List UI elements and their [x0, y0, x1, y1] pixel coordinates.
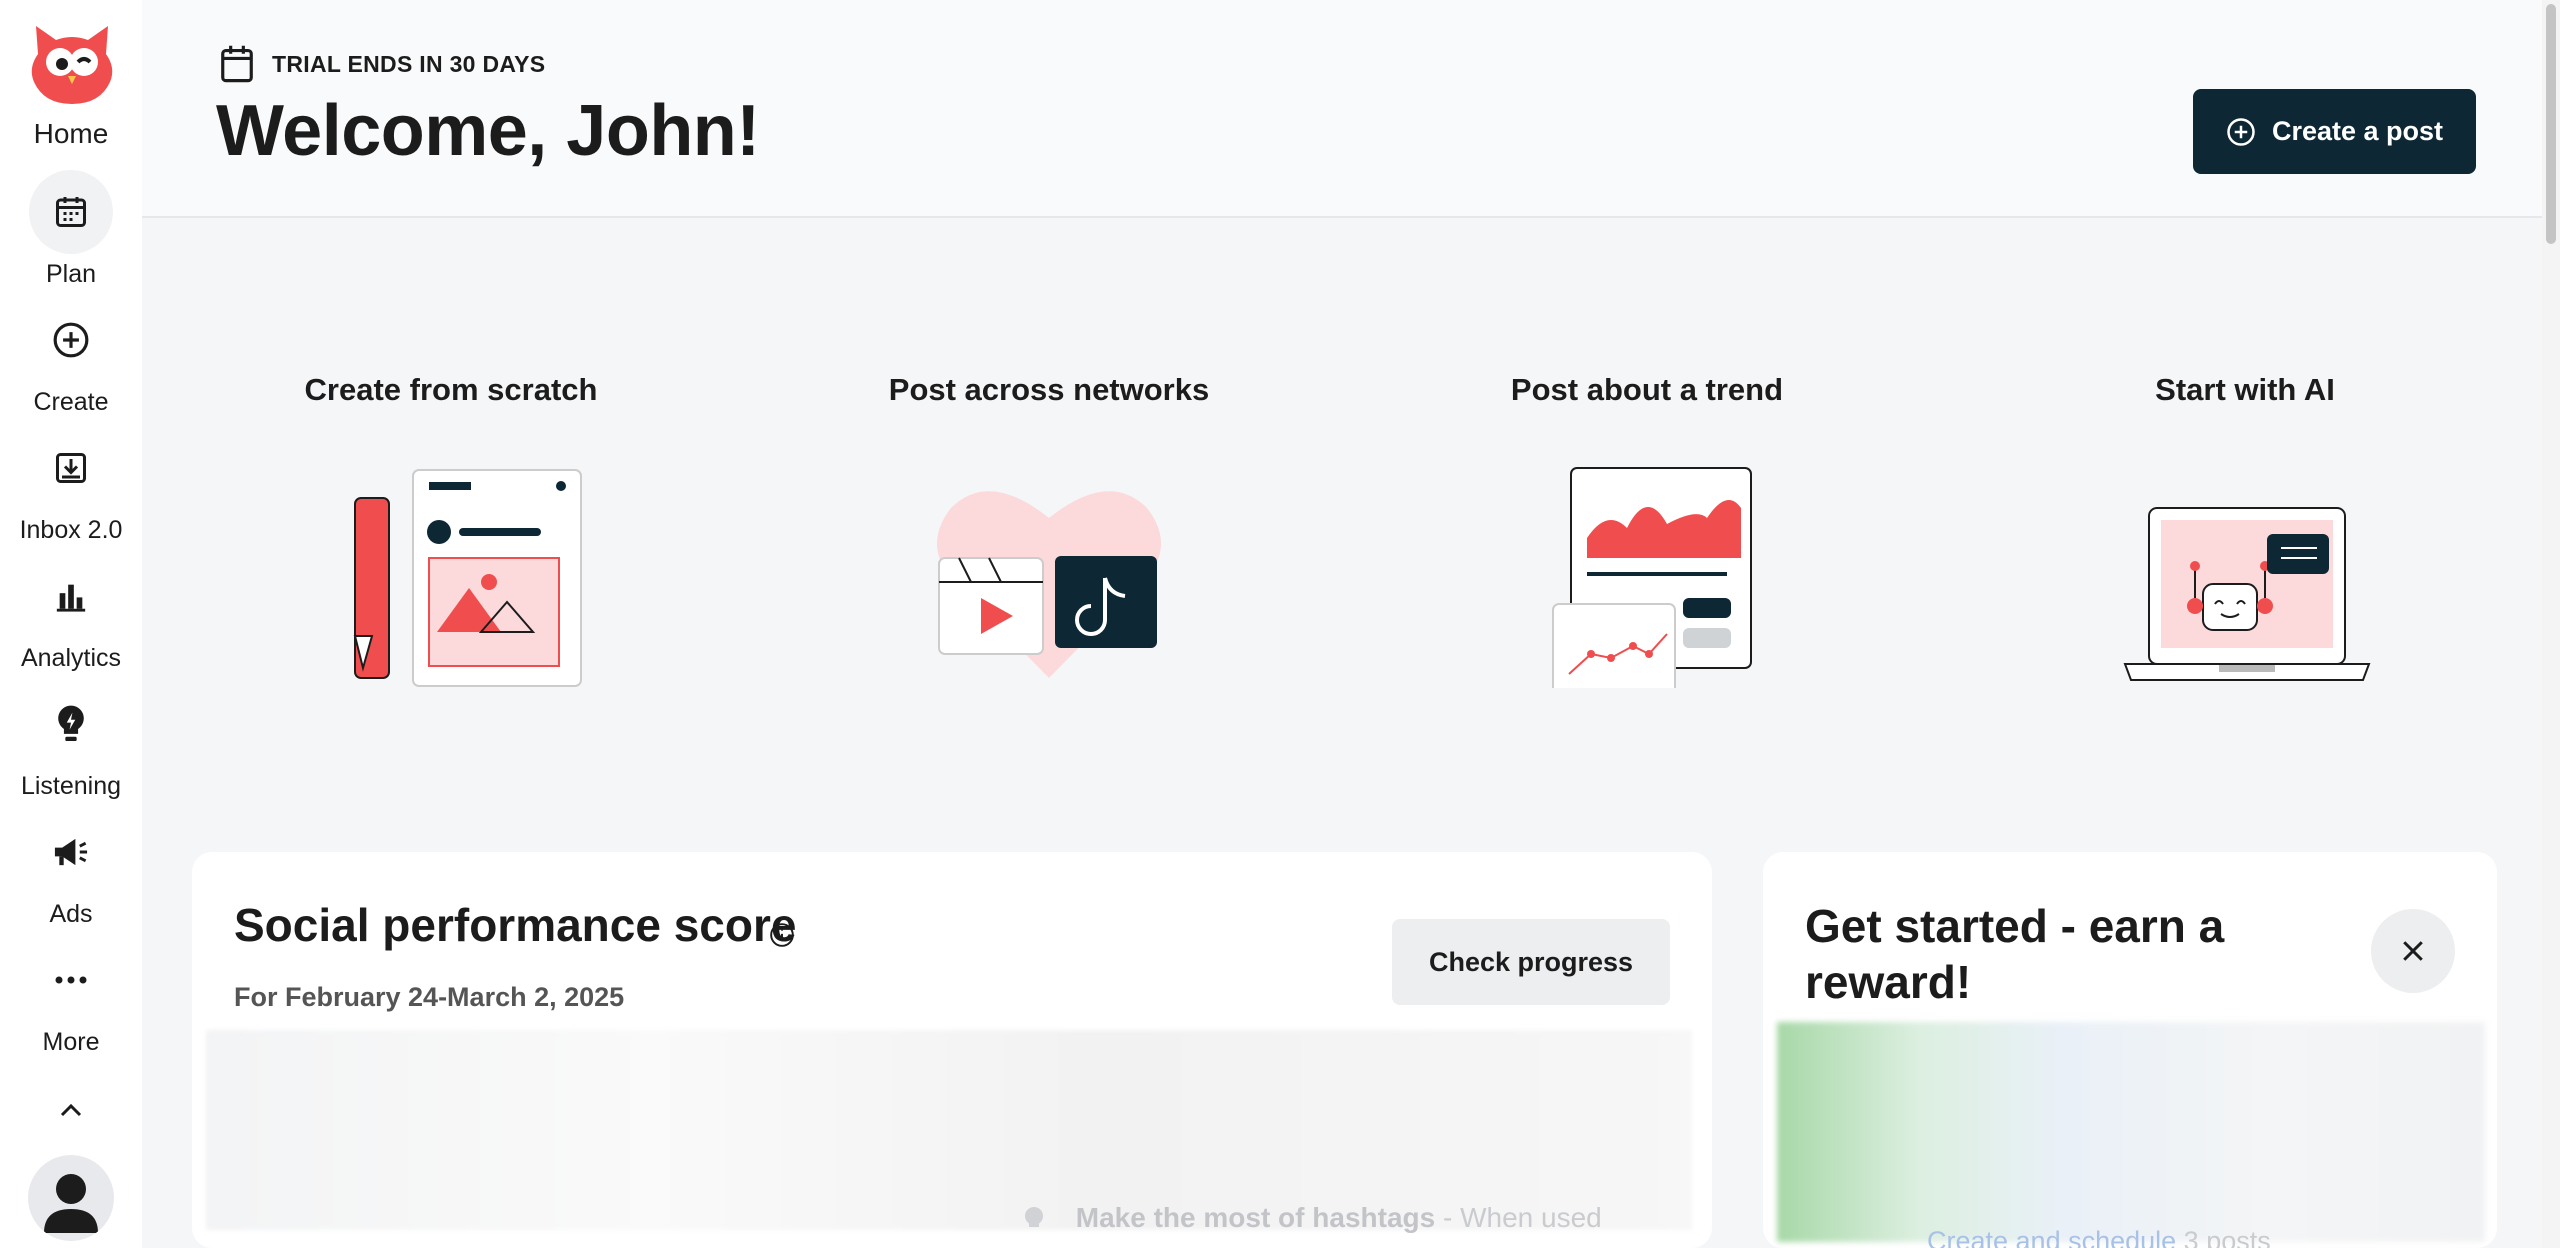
calendar-icon — [29, 170, 113, 254]
user-avatar-icon[interactable] — [28, 1155, 114, 1241]
plus-circle-icon — [29, 298, 113, 382]
trial-text: TRIAL ENDS IN 30 DAYS — [272, 50, 546, 77]
inbox-icon — [29, 426, 113, 510]
trend-illustration — [1507, 448, 1787, 695]
sidebar-item-analytics[interactable]: Analytics — [0, 554, 142, 673]
lightbulb-icon — [1024, 1206, 1044, 1227]
sidebar-item-label: More — [42, 1028, 100, 1056]
tip-title: Make the most of hashtags — [1075, 1202, 1436, 1233]
quick-start-title: Post about a trend — [1510, 372, 1784, 407]
panel-title: Social performance score — [234, 899, 797, 951]
quick-start-start-with-ai[interactable]: Start with AI — [2035, 372, 2455, 688]
close-icon — [2403, 941, 2423, 961]
blurred-content — [206, 1030, 1692, 1230]
sidebar-item-label: Ads — [49, 900, 93, 928]
info-icon[interactable] — [769, 922, 795, 953]
sidebar-item-ads[interactable]: Ads — [0, 810, 142, 929]
quick-start-title: Post across networks — [888, 372, 1210, 407]
blurred-content — [1777, 1022, 2485, 1242]
chevron-up-icon[interactable] — [56, 1100, 86, 1125]
quick-start-post-about-trend[interactable]: Post about a trend — [1437, 372, 1857, 695]
sidebar-item-inbox[interactable]: Inbox 2.0 — [0, 426, 142, 545]
calendar-icon — [221, 45, 253, 83]
task-link[interactable]: Create and schedule — [1927, 1226, 2176, 1248]
close-button[interactable] — [2371, 909, 2455, 993]
create-post-label: Create a post — [2271, 116, 2444, 146]
megaphone-icon — [29, 810, 113, 894]
plus-circle-icon — [2227, 117, 2255, 146]
sidebar-item-home[interactable]: Home — [0, 118, 142, 150]
create-post-button[interactable]: Create a post — [2193, 89, 2476, 174]
reward-task[interactable]: Create and schedule 3 posts — [1927, 1226, 2271, 1248]
task-rest: 3 posts — [2176, 1226, 2271, 1248]
sidebar-item-label: Create — [33, 388, 109, 416]
quick-start-title: Start with AI — [2155, 372, 2335, 407]
trial-banner: TRIAL ENDS IN 30 DAYS — [218, 44, 545, 84]
social-performance-panel: Social performance score For February 24… — [192, 852, 1712, 1248]
scrollbar[interactable] — [2542, 0, 2560, 1248]
sidebar-item-plan[interactable]: Plan — [0, 170, 142, 289]
post-editor-illustration — [311, 448, 591, 688]
sidebar-item-listening[interactable]: Listening — [0, 682, 142, 801]
quick-start-post-across-networks[interactable]: Post across networks — [839, 372, 1259, 688]
sidebar: Home Plan Create Inbox 2.0 Analytics Lis… — [0, 0, 142, 1248]
check-progress-button[interactable]: Check progress — [1392, 919, 1670, 1005]
owl-logo[interactable] — [26, 20, 118, 106]
sidebar-item-label: Listening — [20, 772, 122, 800]
quick-start-create-from-scratch[interactable]: Create from scratch — [241, 372, 661, 688]
page-title: Welcome, John! — [216, 91, 760, 171]
ai-robot-illustration — [2105, 448, 2385, 688]
panel-title: Get started - earn a reward! — [1805, 900, 2225, 1008]
scrollbar-thumb[interactable] — [2546, 4, 2556, 244]
tip-rest: - When used — [1435, 1202, 1602, 1233]
date-range: For February 24-March 2, 2025 — [234, 982, 625, 1012]
sidebar-item-label: Inbox 2.0 — [19, 516, 123, 544]
sidebar-item-label: Plan — [45, 260, 97, 288]
sidebar-item-more[interactable]: More — [0, 938, 142, 1057]
page-header: TRIAL ENDS IN 30 DAYS Welcome, John! Cre… — [142, 0, 2542, 218]
get-started-panel: Get started - earn a reward! Create and … — [1763, 852, 2497, 1248]
ellipsis-icon — [29, 938, 113, 1022]
networks-illustration — [909, 448, 1189, 688]
bar-chart-icon — [29, 554, 113, 638]
sidebar-item-label: Analytics — [20, 644, 122, 672]
sidebar-item-create[interactable]: Create — [0, 298, 142, 417]
lightbulb-icon — [29, 682, 113, 766]
quick-start-title: Create from scratch — [304, 372, 598, 407]
tip-hashtags: Make the most of hashtags - When used — [1022, 1202, 1602, 1235]
